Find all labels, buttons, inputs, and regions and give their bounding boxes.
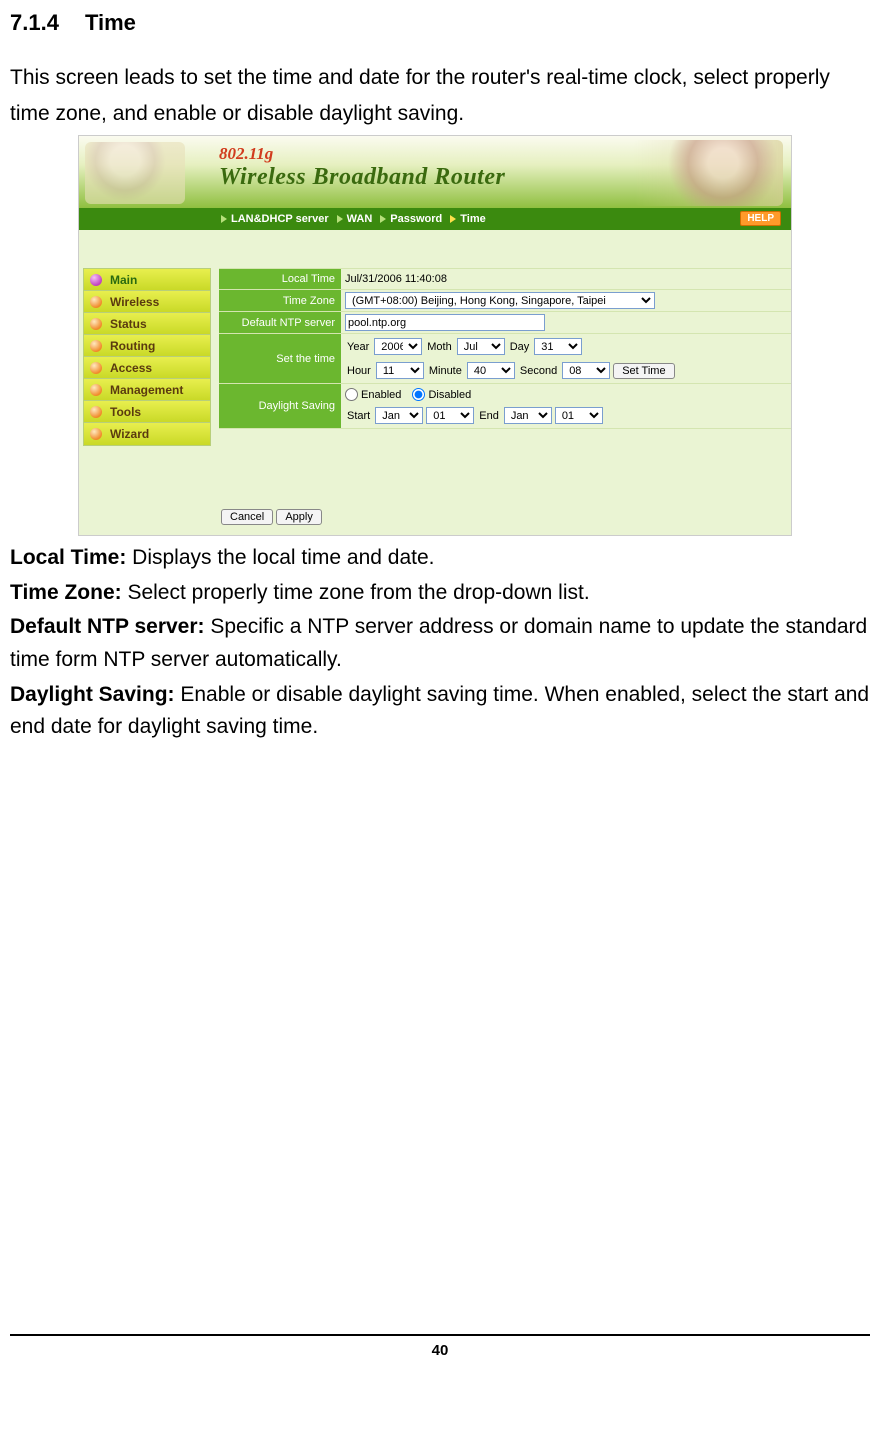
label-month: Moth: [427, 341, 451, 353]
sidebar-item-management[interactable]: Management: [84, 379, 210, 401]
nav-arrow-icon: [221, 215, 227, 223]
bullet-icon: [90, 340, 102, 352]
label-year: Year: [347, 341, 369, 353]
section-title: Time: [85, 10, 136, 35]
sidebar-menu: Main Wireless Status Routing Access Mana…: [83, 268, 211, 446]
field-descriptions: Local Time: Displays the local time and …: [10, 542, 870, 743]
banner-logo: 802.11g Wireless Broadband Router: [219, 144, 505, 191]
select-second[interactable]: 08: [562, 362, 610, 379]
radio-disabled-label: Disabled: [428, 389, 471, 401]
select-end-month[interactable]: Jan: [504, 407, 552, 424]
bullet-icon: [90, 406, 102, 418]
sidebar-item-tools[interactable]: Tools: [84, 401, 210, 423]
radio-disabled[interactable]: [412, 388, 425, 401]
select-start-month[interactable]: Jan: [375, 407, 423, 424]
label-local-time: Local Time: [219, 269, 341, 289]
desc-daylight-label: Daylight Saving:: [10, 683, 175, 706]
select-start-day[interactable]: 01: [426, 407, 474, 424]
desc-local-time: Displays the local time and date.: [126, 546, 434, 569]
select-day[interactable]: 31: [534, 338, 582, 355]
label-daylight: Daylight Saving: [219, 384, 341, 428]
help-button[interactable]: HELP: [740, 211, 781, 226]
nav-item-password[interactable]: Password: [380, 213, 442, 225]
intro-paragraph: This screen leads to set the time and da…: [10, 60, 870, 131]
set-time-button[interactable]: Set Time: [613, 363, 674, 379]
bullet-icon: [90, 274, 102, 286]
label-ntp: Default NTP server: [219, 312, 341, 333]
banner-text-2: Wireless Broadband Router: [219, 164, 505, 191]
sidebar-item-access[interactable]: Access: [84, 357, 210, 379]
label-start: Start: [347, 410, 370, 422]
select-month[interactable]: Jul: [457, 338, 505, 355]
nav-item-wan[interactable]: WAN: [337, 213, 373, 225]
radio-enabled-label: Enabled: [361, 389, 401, 401]
row-ntp: Default NTP server: [219, 312, 791, 334]
select-time-zone[interactable]: (GMT+08:00) Beijing, Hong Kong, Singapor…: [345, 292, 655, 309]
sidebar-item-wizard[interactable]: Wizard: [84, 423, 210, 445]
radio-disabled-wrap[interactable]: Disabled: [412, 388, 471, 401]
desc-local-time-label: Local Time:: [10, 546, 126, 569]
sidebar-item-main[interactable]: Main: [84, 269, 210, 291]
bullet-icon: [90, 296, 102, 308]
label-hour: Hour: [347, 365, 371, 377]
row-local-time: Local Time Jul/31/2006 11:40:08: [219, 268, 791, 290]
section-number: 7.1.4: [10, 10, 59, 35]
cancel-button[interactable]: Cancel: [221, 509, 273, 525]
row-daylight-saving: Daylight Saving Enabled Disabled: [219, 384, 791, 429]
sidebar: Main Wireless Status Routing Access Mana…: [79, 230, 219, 501]
page-number: 40: [10, 1334, 870, 1359]
desc-time-zone-label: Time Zone:: [10, 581, 122, 604]
bullet-icon: [90, 428, 102, 440]
bullet-icon: [90, 362, 102, 374]
label-time-zone: Time Zone: [219, 290, 341, 311]
label-end: End: [479, 410, 499, 422]
label-day: Day: [510, 341, 530, 353]
row-set-time: Set the time Year 2006 Moth Jul Day 31 H…: [219, 334, 791, 384]
content-panel: Local Time Jul/31/2006 11:40:08 Time Zon…: [219, 230, 791, 501]
content-spacer: [219, 429, 791, 491]
label-second: Second: [520, 365, 557, 377]
nav-item-time[interactable]: Time: [450, 213, 485, 225]
nav-arrow-icon: [450, 215, 456, 223]
banner-photo-left: [85, 142, 185, 204]
radio-enabled-wrap[interactable]: Enabled: [345, 388, 401, 401]
select-minute[interactable]: 40: [467, 362, 515, 379]
top-nav-bar: LAN&DHCP server WAN Password Time HELP: [79, 208, 791, 230]
bullet-icon: [90, 318, 102, 330]
select-end-day[interactable]: 01: [555, 407, 603, 424]
radio-enabled[interactable]: [345, 388, 358, 401]
section-heading: 7.1.4 Time: [10, 10, 870, 36]
footer-buttons: Cancel Apply: [79, 501, 791, 535]
row-time-zone: Time Zone (GMT+08:00) Beijing, Hong Kong…: [219, 290, 791, 312]
nav-arrow-icon: [380, 215, 386, 223]
banner-photo-right: [633, 140, 783, 206]
value-local-time: Jul/31/2006 11:40:08: [341, 271, 791, 287]
label-set-time: Set the time: [219, 334, 341, 383]
router-admin-screenshot: 802.11g Wireless Broadband Router LAN&DH…: [78, 135, 792, 536]
input-ntp-server[interactable]: [345, 314, 545, 331]
banner-header: 802.11g Wireless Broadband Router: [79, 136, 791, 208]
nav-arrow-icon: [337, 215, 343, 223]
label-minute: Minute: [429, 365, 462, 377]
select-year[interactable]: 2006: [374, 338, 422, 355]
desc-ntp-label: Default NTP server:: [10, 615, 205, 638]
apply-button[interactable]: Apply: [276, 509, 322, 525]
sidebar-item-routing[interactable]: Routing: [84, 335, 210, 357]
desc-time-zone: Select properly time zone from the drop-…: [122, 581, 590, 604]
bullet-icon: [90, 384, 102, 396]
nav-item-lan[interactable]: LAN&DHCP server: [221, 213, 329, 225]
select-hour[interactable]: 11: [376, 362, 424, 379]
sidebar-item-status[interactable]: Status: [84, 313, 210, 335]
banner-text-1: 802.11g: [219, 144, 505, 164]
sidebar-item-wireless[interactable]: Wireless: [84, 291, 210, 313]
